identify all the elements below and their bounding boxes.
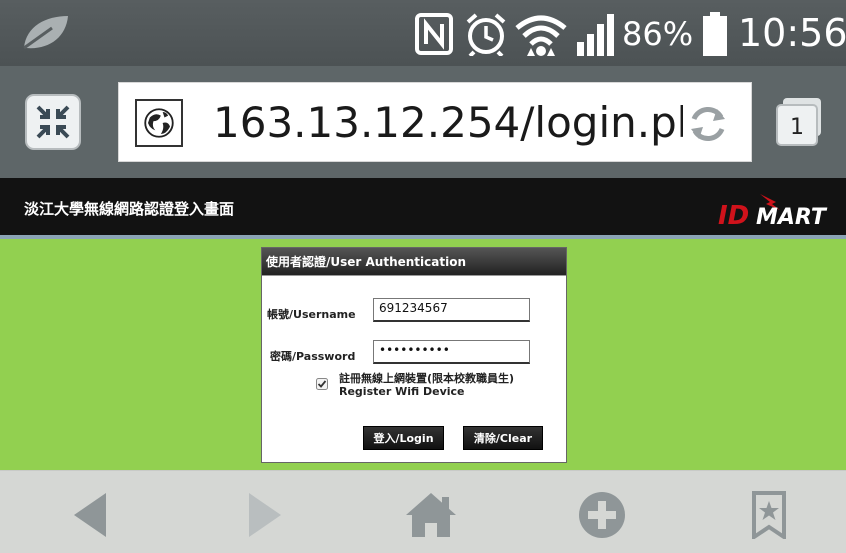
leaf-icon <box>23 16 68 50</box>
auth-title: 使用者認證/User Authentication <box>262 248 566 276</box>
url-text[interactable]: 163.13.12.254/login.php <box>213 97 683 149</box>
password-label: 密碼/Password <box>270 350 356 363</box>
page-title: 淡江大學無線網路認證登入畫面 <box>24 200 235 218</box>
login-button[interactable]: 登入/Login <box>363 426 444 450</box>
register-label-line2: Register Wifi Device <box>339 385 465 398</box>
battery-percent: 86% <box>622 15 694 53</box>
auth-panel: 使用者認證/User Authentication 帳號/Username 69… <box>261 247 567 463</box>
register-device-label: 註冊無線上網裝置(限本校教職員生) Register Wifi Device <box>339 372 514 398</box>
idmart-logo: ID MART <box>718 194 828 228</box>
tab-count: 1 <box>790 115 804 140</box>
page-body: 使用者認證/User Authentication 帳號/Username 69… <box>0 235 846 470</box>
battery-icon <box>703 12 727 56</box>
password-input[interactable]: •••••••••• <box>373 340 530 364</box>
forward-icon[interactable] <box>247 491 283 539</box>
browser-toolbar: 163.13.12.254/login.php 1 <box>0 66 846 178</box>
address-bar[interactable]: 163.13.12.254/login.php <box>118 82 752 162</box>
svg-text:MART: MART <box>756 205 828 228</box>
back-icon[interactable] <box>72 491 108 539</box>
svg-text:ID: ID <box>718 201 749 228</box>
bottom-toolbar <box>0 470 846 553</box>
register-label-line1: 註冊無線上網裝置(限本校教職員生) <box>339 372 515 385</box>
clock: 10:56 <box>738 11 846 55</box>
fullscreen-exit-icon[interactable] <box>24 93 82 151</box>
page-header: 淡江大學無線網路認證登入畫面 ID MART <box>0 178 846 235</box>
nfc-icon <box>415 13 453 55</box>
globe-icon[interactable] <box>135 99 183 147</box>
status-bar: 86% 10:56 <box>0 0 846 66</box>
username-input[interactable]: 691234567 <box>373 298 530 322</box>
clear-button[interactable]: 清除/Clear <box>463 426 543 450</box>
signal-icon <box>577 14 614 56</box>
username-label: 帳號/Username <box>267 308 356 321</box>
register-checkbox[interactable] <box>316 378 328 390</box>
wifi-icon <box>515 15 567 56</box>
add-icon[interactable] <box>578 491 626 539</box>
alarm-icon <box>466 13 506 56</box>
bookmark-icon[interactable] <box>752 491 786 539</box>
tabs-icon[interactable]: 1 <box>774 96 824 146</box>
refresh-icon[interactable] <box>685 101 731 147</box>
home-icon[interactable] <box>404 491 458 539</box>
